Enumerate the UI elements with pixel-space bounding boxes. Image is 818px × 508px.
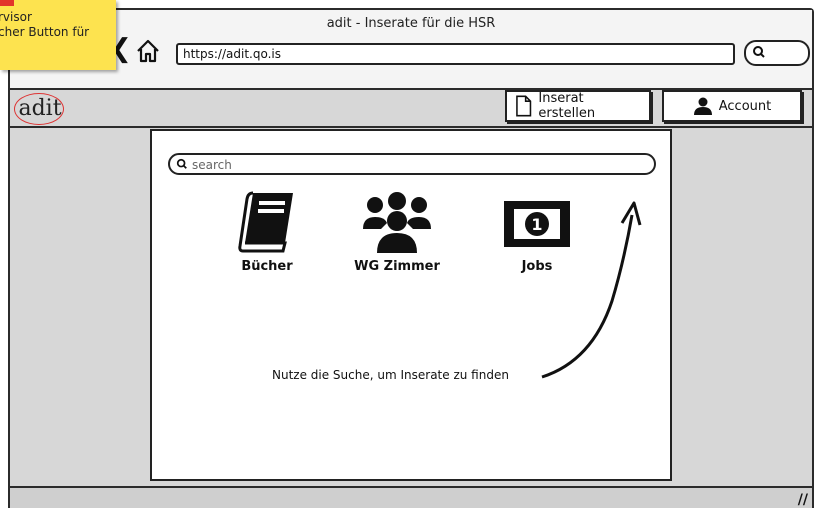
resize-grip-icon[interactable]: // [798, 492, 808, 508]
category-rooms[interactable]: WG Zimmer [342, 191, 452, 274]
logo-ring [14, 93, 64, 125]
user-icon [693, 97, 712, 115]
create-listing-label: Inserat erstellen [538, 91, 596, 121]
category-label: WG Zimmer [354, 259, 440, 274]
group-icon [363, 192, 431, 253]
address-bar[interactable]: https://adit.qo.is [176, 43, 735, 65]
category-label: Bücher [241, 259, 293, 274]
status-bar: // [10, 486, 812, 508]
sticky-note: rvisor cher Button für [0, 0, 116, 70]
search-input[interactable] [190, 156, 634, 174]
pin-icon [0, 0, 14, 6]
create-listing-button[interactable]: Inserat erstellen [505, 90, 651, 122]
sticky-note-line: rvisor [0, 10, 32, 24]
search-icon [753, 46, 765, 58]
browser-window: adit - Inserate für die HSR ❮ https://ad… [8, 8, 814, 508]
title-bar: adit - Inserate für die HSR ❮ https://ad… [10, 10, 812, 90]
search-hint-text: Nutze die Suche, um Inserate zu finden [272, 368, 509, 382]
search-field[interactable] [168, 153, 656, 175]
document-icon [516, 95, 532, 117]
account-button[interactable]: Account [662, 90, 802, 122]
app-bar-divider [10, 126, 812, 128]
search-icon [176, 158, 187, 169]
app-logo[interactable]: adit [14, 92, 66, 126]
window-title: adit - Inserate für die HSR [326, 16, 496, 31]
hint-arrow [541, 201, 642, 379]
book-icon [238, 191, 293, 253]
home-icon[interactable] [135, 38, 161, 64]
account-label: Account [718, 98, 772, 114]
main-panel: Bücher WG Zimmer 1 Jobs [150, 129, 672, 481]
browser-search-button[interactable] [744, 40, 810, 66]
category-books[interactable]: Bücher [212, 191, 322, 274]
sticky-note-line: cher Button für [0, 25, 90, 39]
